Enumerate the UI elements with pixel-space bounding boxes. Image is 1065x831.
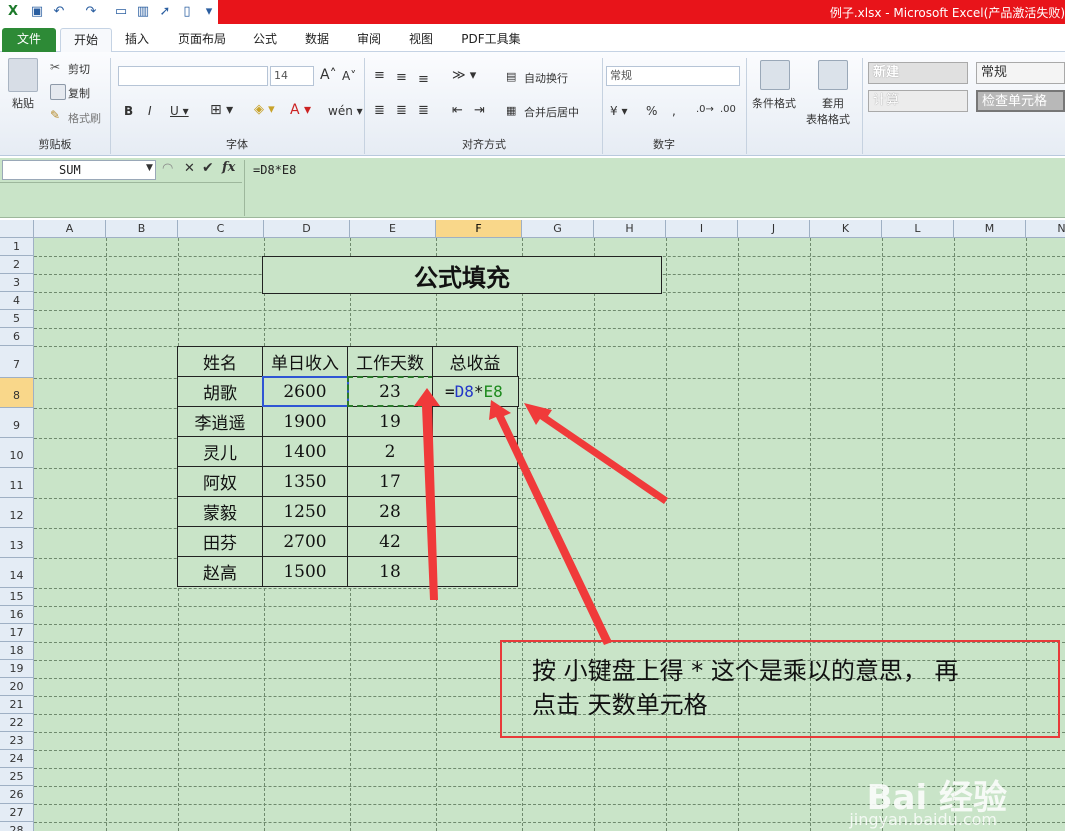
tab-page-layout[interactable]: 页面布局 bbox=[170, 28, 234, 52]
enter-icon[interactable]: ✔ bbox=[202, 160, 214, 176]
insert-function-icon[interactable]: fx bbox=[222, 160, 235, 175]
formula-text: =D8*E8 bbox=[253, 163, 297, 177]
tab-review[interactable]: 审阅 bbox=[348, 28, 390, 52]
fill-color-icon[interactable]: ◈ ▾ bbox=[254, 102, 275, 117]
chart-icon[interactable]: ▥ bbox=[134, 3, 152, 21]
open-icon[interactable]: ▭ bbox=[112, 3, 130, 21]
alignment-group-label: 对齐方式 bbox=[462, 138, 506, 151]
style-check-cell[interactable]: 检查单元格 bbox=[976, 90, 1065, 112]
align-bottom-icon[interactable]: ≡ bbox=[418, 72, 429, 87]
title-bar: X ▣ ↶ ↷ ▭ ▥ ➚ ▯ ▾ 例子.xlsx - Microsoft Ex… bbox=[0, 0, 1065, 24]
phonetic-icon[interactable]: wén ▾ bbox=[328, 104, 363, 118]
tab-formulas[interactable]: 公式 bbox=[246, 28, 284, 52]
ribbon-tabs: 文件 开始 插入 页面布局 公式 数据 审阅 视图 PDF工具集 bbox=[0, 24, 1065, 52]
undo-icon[interactable]: ↶ bbox=[50, 3, 68, 21]
annotation-arrows bbox=[414, 388, 668, 645]
formula-bar: SUM ▼ ◠ ✕ ✔ fx =D8*E8 bbox=[0, 158, 1065, 218]
percent-icon[interactable]: % bbox=[646, 104, 657, 118]
wrap-text-icon[interactable]: ▤ bbox=[506, 70, 516, 83]
tab-view[interactable]: 视图 bbox=[400, 28, 442, 52]
group-divider bbox=[746, 58, 747, 154]
ribbon: 粘贴 ✂ 剪切 复制 ✎ 格式刷 剪贴板 14 A˄ A˅ B I U ▾ ⊞ … bbox=[0, 52, 1065, 156]
increase-decimal-icon[interactable]: .0→ bbox=[696, 104, 714, 115]
group-divider bbox=[110, 58, 111, 154]
formula-bar-spacer bbox=[0, 182, 242, 216]
baidu-watermark-url: jingyan.baidu.com bbox=[849, 810, 997, 829]
font-name-select[interactable] bbox=[118, 66, 268, 86]
copy-button[interactable]: 复制 bbox=[68, 85, 90, 101]
paste-button[interactable]: 粘贴 bbox=[12, 95, 34, 111]
table-format-icon[interactable] bbox=[818, 60, 848, 90]
window-title: 例子.xlsx - Microsoft Excel(产品激活失败) bbox=[829, 6, 1065, 20]
title-strip: 例子.xlsx - Microsoft Excel(产品激活失败) bbox=[218, 0, 1065, 24]
formula-scroll-icon: ◠ bbox=[162, 161, 174, 176]
decrease-indent-icon[interactable]: ⇤ bbox=[452, 103, 463, 118]
table-format-button-line1[interactable]: 套用 bbox=[822, 95, 844, 111]
copy-icon[interactable] bbox=[50, 84, 66, 100]
underline-icon[interactable]: U ▾ bbox=[170, 104, 189, 118]
cancel-icon[interactable]: ✕ bbox=[184, 161, 195, 176]
new-doc-icon[interactable]: ▯ bbox=[178, 3, 196, 21]
increase-indent-icon[interactable]: ⇥ bbox=[474, 103, 485, 118]
style-calculation[interactable]: 计算 bbox=[868, 90, 968, 112]
font-color-icon[interactable]: A ▾ bbox=[290, 102, 311, 118]
table-format-button-line2[interactable]: 表格格式 bbox=[806, 111, 850, 127]
format-painter-icon[interactable]: ✎ bbox=[50, 108, 66, 124]
worksheet-grid[interactable]: ABCDEFGHIJKLMN 1 2 3 4 5 6 7 8 9 10 11 12 13 14 15 16 17… bbox=[0, 220, 1065, 831]
align-middle-icon[interactable]: ≡ bbox=[396, 70, 407, 85]
paste-icon[interactable] bbox=[8, 58, 38, 92]
group-divider bbox=[862, 58, 863, 154]
customize-toolbar-icon[interactable]: ▾ bbox=[200, 3, 218, 21]
orientation-icon[interactable]: ≫ ▾ bbox=[452, 68, 476, 83]
arrow-to-fill-handle bbox=[524, 403, 668, 504]
font-group-label: 字体 bbox=[226, 138, 248, 151]
arrow-to-e8 bbox=[414, 388, 440, 600]
name-box[interactable]: SUM bbox=[2, 160, 156, 180]
merge-center-button[interactable]: 合并后居中 bbox=[524, 104, 579, 120]
conditional-format-button[interactable]: 条件格式 bbox=[752, 95, 796, 111]
scissors-icon[interactable]: ✂ bbox=[50, 60, 66, 76]
merge-center-icon[interactable]: ▦ bbox=[506, 104, 516, 117]
arrow-to-f8-star bbox=[489, 400, 612, 645]
bold-icon[interactable]: B bbox=[124, 104, 133, 118]
shrink-font-icon[interactable]: A˅ bbox=[342, 69, 356, 83]
tab-home[interactable]: 开始 bbox=[60, 28, 112, 52]
tab-data[interactable]: 数据 bbox=[296, 28, 338, 52]
cut-button[interactable]: 剪切 bbox=[68, 61, 90, 77]
format-painter-button[interactable]: 格式刷 bbox=[68, 110, 101, 126]
clipboard-group-label: 剪贴板 bbox=[38, 138, 72, 151]
font-size-select[interactable]: 14 bbox=[270, 66, 314, 86]
conditional-format-icon[interactable] bbox=[760, 60, 790, 90]
redo-icon[interactable]: ↷ bbox=[82, 3, 100, 21]
align-center-icon[interactable]: ≣ bbox=[396, 103, 407, 118]
style-new[interactable]: 新建 bbox=[868, 62, 968, 84]
border-icon[interactable]: ⊞ ▾ bbox=[210, 102, 233, 118]
align-right-icon[interactable]: ≣ bbox=[418, 103, 429, 118]
tab-file[interactable]: 文件 bbox=[2, 28, 56, 52]
save-icon[interactable]: ▣ bbox=[28, 3, 46, 21]
name-box-dropdown-icon[interactable]: ▼ bbox=[146, 163, 153, 173]
group-divider bbox=[364, 58, 365, 154]
currency-icon[interactable]: ¥ ▾ bbox=[610, 104, 627, 118]
style-normal[interactable]: 常规 bbox=[976, 62, 1065, 84]
grow-font-icon[interactable]: A˄ bbox=[320, 67, 337, 83]
wrap-text-button[interactable]: 自动换行 bbox=[524, 70, 568, 86]
group-divider bbox=[602, 58, 603, 154]
excel-logo-icon: X bbox=[7, 4, 19, 19]
number-format-select[interactable]: 常规 bbox=[606, 66, 740, 86]
decrease-decimal-icon[interactable]: .00 bbox=[720, 104, 736, 115]
align-left-icon[interactable]: ≣ bbox=[374, 103, 385, 118]
formula-input[interactable]: =D8*E8 bbox=[244, 160, 1065, 216]
cursor-icon[interactable]: ➚ bbox=[156, 3, 174, 21]
comma-icon[interactable]: , bbox=[672, 104, 676, 118]
tab-insert[interactable]: 插入 bbox=[116, 28, 158, 52]
align-top-icon[interactable]: ≡ bbox=[374, 68, 385, 83]
tab-pdf-tools[interactable]: PDF工具集 bbox=[454, 28, 528, 52]
number-group-label: 数字 bbox=[653, 138, 675, 151]
italic-icon[interactable]: I bbox=[148, 104, 152, 118]
